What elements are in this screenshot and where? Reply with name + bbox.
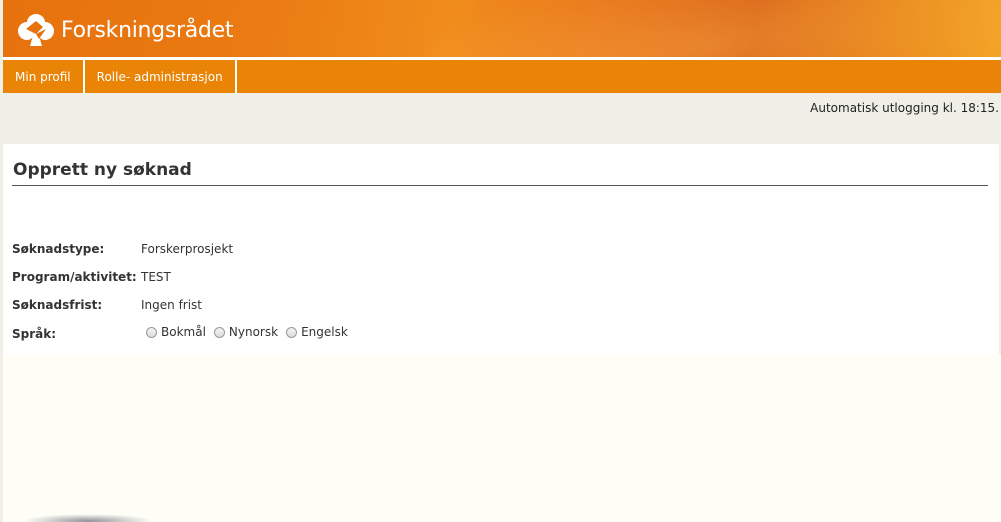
radio-engelsk[interactable]: Engelsk	[286, 325, 348, 339]
create-application-panel: Opprett ny søknad Søknadstype: Forskerpr…	[3, 144, 999, 354]
nav-item-min-profil[interactable]: Min profil	[3, 60, 85, 93]
field-label: Søknadstype:	[12, 242, 105, 256]
main-nav: Min profil Rolle- administrasjon	[3, 60, 1001, 93]
page: Forskningsrådet Min profil Rolle- admini…	[0, 0, 1001, 522]
title-divider	[12, 185, 988, 186]
language-label: Språk:	[12, 327, 57, 341]
radio-label: Bokmål	[161, 325, 206, 339]
radio-label: Nynorsk	[228, 325, 279, 339]
language-radio-group: Bokmål Nynorsk Engelsk	[146, 325, 356, 339]
forskningsradet-logo-icon	[18, 14, 54, 46]
header-banner: Forskningsrådet	[3, 0, 1001, 57]
radio-button[interactable]	[286, 326, 298, 338]
nav-item-rolle-administrasjon[interactable]: Rolle- administrasjon	[85, 60, 237, 93]
field-value: Forskerprosjekt	[141, 242, 234, 256]
radio-bokmal[interactable]: Bokmål	[146, 325, 206, 339]
field-label: Program/aktivitet:	[12, 270, 137, 284]
field-value: TEST	[141, 270, 171, 284]
brand-name: Forskningsrådet	[61, 17, 234, 43]
brand-logo[interactable]: Forskningsrådet	[17, 12, 233, 48]
radio-label: Engelsk	[301, 325, 348, 339]
radio-button[interactable]	[213, 326, 225, 338]
field-label: Søknadsfrist:	[12, 298, 103, 312]
radio-nynorsk[interactable]: Nynorsk	[213, 325, 279, 339]
content-lower-area	[3, 354, 1001, 522]
page-title: Opprett ny søknad	[13, 160, 192, 180]
auto-logout-notice: Automatisk utlogging kl. 18:15.	[810, 101, 999, 115]
edge-shadow	[23, 514, 153, 522]
radio-button[interactable]	[146, 326, 157, 338]
field-value: Ingen frist	[141, 298, 203, 312]
